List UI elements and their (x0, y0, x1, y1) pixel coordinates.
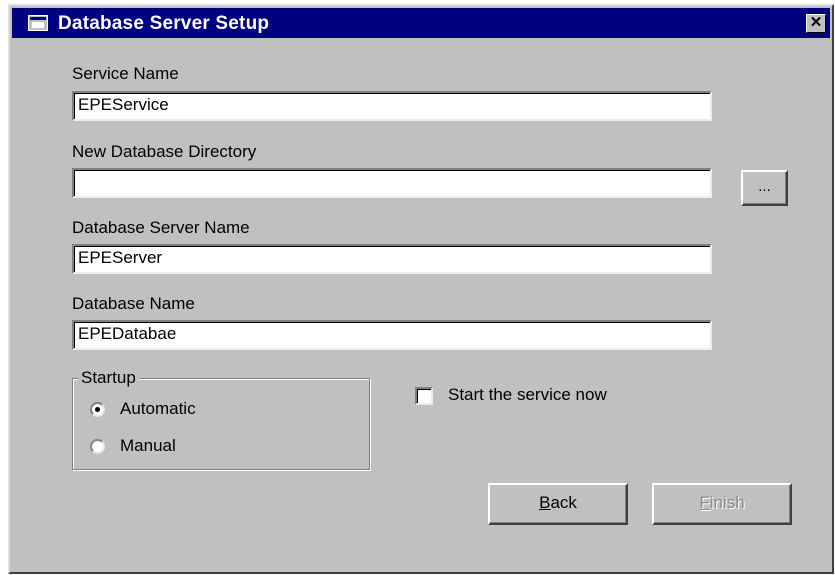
back-button-label: ack (550, 493, 577, 512)
radio-automatic-indicator[interactable] (90, 402, 105, 417)
back-button-mnemonic: B (539, 493, 551, 512)
title-bar[interactable]: Database Server Setup ✕ (12, 8, 830, 38)
server-name-label: Database Server Name (72, 218, 250, 237)
service-name-input[interactable]: EPEService (72, 91, 712, 121)
finish-button-mnemonic: F (699, 493, 710, 512)
close-icon: ✕ (809, 14, 823, 31)
db-directory-input[interactable] (72, 168, 712, 198)
startup-legend: Startup (78, 368, 139, 388)
finish-button-label: inish (709, 493, 745, 512)
start-service-label[interactable]: Start the service now (448, 385, 607, 405)
window-title: Database Server Setup (58, 13, 270, 34)
db-name-input[interactable]: EPEDatabae (72, 320, 712, 350)
browse-button[interactable]: ... (741, 170, 788, 206)
radio-automatic-label[interactable]: Automatic (120, 399, 196, 419)
radio-manual-label[interactable]: Manual (120, 436, 176, 456)
close-button[interactable]: ✕ (806, 14, 826, 33)
db-directory-label: New Database Directory (72, 142, 257, 161)
radio-manual-indicator[interactable] (90, 439, 105, 454)
back-button[interactable]: Back (488, 483, 628, 525)
server-name-input[interactable]: EPEServer (72, 244, 712, 274)
db-name-label: Database Name (72, 294, 195, 313)
app-window-icon (28, 15, 48, 31)
finish-button[interactable]: Finish (652, 483, 792, 525)
start-service-checkbox-box[interactable] (415, 387, 433, 405)
startup-groupbox (72, 378, 370, 470)
service-name-label: Service Name (72, 64, 179, 83)
